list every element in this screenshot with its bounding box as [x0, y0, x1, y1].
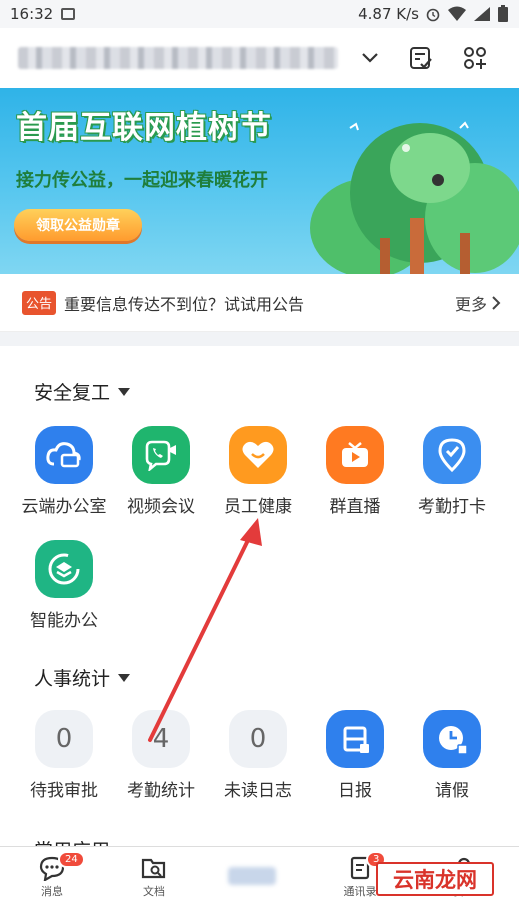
- stat-label: 考勤统计: [127, 781, 195, 801]
- app-label: 云端办公室: [21, 497, 107, 517]
- app-cloud-office[interactable]: 云端办公室: [14, 426, 114, 517]
- smart-office-icon: [35, 540, 93, 598]
- chevron-right-icon: [492, 295, 501, 310]
- stat-label: 未读日志: [224, 781, 292, 801]
- cloud-computer-icon: [35, 426, 93, 484]
- tab-label: 通讯录: [343, 885, 377, 898]
- section-title-hr-label: 人事统计: [34, 668, 111, 690]
- stat-unread-logs[interactable]: 0 未读日志: [208, 710, 308, 801]
- tab-docs[interactable]: 文档: [114, 855, 194, 899]
- section-title-hr[interactable]: 人事统计: [34, 664, 131, 691]
- banner-title: 首届互联网植树节: [16, 110, 272, 146]
- daily-report-icon: [326, 710, 384, 768]
- app-daily-report[interactable]: 日报: [305, 710, 405, 801]
- signal-icon: [474, 7, 490, 21]
- app-label: 视频会议: [127, 497, 195, 517]
- status-bar: 16:32 4.87 K/s: [0, 0, 519, 28]
- task-check-icon[interactable]: [408, 45, 434, 71]
- network-speed: 4.87 K/s: [358, 5, 419, 23]
- app-employee-health[interactable]: 员工健康: [208, 426, 308, 517]
- app-label: 群直播: [329, 497, 381, 517]
- app-smart-office[interactable]: 智能办公: [14, 540, 114, 631]
- app-group-live[interactable]: 群直播: [305, 426, 405, 517]
- notice-more-link[interactable]: 更多: [455, 291, 501, 315]
- location-check-icon: [423, 426, 481, 484]
- stat-pending-approval[interactable]: 0 待我审批: [14, 710, 114, 801]
- tab-messages-badge: 24: [58, 851, 85, 868]
- heart-smile-icon: [229, 426, 287, 484]
- video-call-icon: [132, 426, 190, 484]
- stat-attendance[interactable]: 4 考勤统计: [111, 710, 211, 801]
- stat-value: 0: [229, 710, 287, 768]
- folder-search-icon: [141, 858, 166, 879]
- app-label: 员工健康: [224, 497, 292, 517]
- section-divider: [0, 332, 519, 346]
- alarm-icon: [426, 8, 440, 22]
- app-label: 智能办公: [30, 611, 98, 631]
- caret-down-icon: [118, 673, 131, 682]
- status-time: 16:32: [10, 5, 54, 23]
- stat-value: 4: [132, 710, 190, 768]
- notice-more-label: 更多: [454, 294, 487, 314]
- wifi-icon: [448, 6, 466, 21]
- tab-workbench-blurred[interactable]: [228, 867, 276, 885]
- notice-bar[interactable]: 公告 重要信息传达不到位？试试用公告 更多: [0, 274, 519, 332]
- grid-add-icon[interactable]: [462, 45, 488, 71]
- app-label: 请假: [435, 781, 469, 801]
- leave-clock-icon: [423, 710, 481, 768]
- app-label: 考勤打卡: [418, 497, 486, 517]
- tv-play-icon: [326, 426, 384, 484]
- tab-label: 文档: [143, 885, 165, 898]
- banner-subtitle: 接力传公益，一起迎来春暖花开: [16, 170, 268, 191]
- section-title-safety[interactable]: 安全复工: [34, 378, 131, 405]
- chevron-down-icon[interactable]: [360, 51, 380, 65]
- top-header: [0, 28, 519, 88]
- image-notification-icon: [61, 8, 76, 20]
- stat-value: 0: [35, 710, 93, 768]
- tree-illustration: [310, 121, 519, 274]
- notice-text[interactable]: 重要信息传达不到位？试试用公告: [64, 291, 304, 315]
- org-name-blurred[interactable]: [18, 47, 338, 69]
- app-video-meeting[interactable]: 视频会议: [111, 426, 211, 517]
- caret-down-icon: [118, 387, 131, 396]
- notice-badge: 公告: [22, 290, 56, 315]
- status-right: 4.87 K/s: [358, 5, 509, 23]
- tab-messages[interactable]: 24 消息: [12, 851, 92, 899]
- tab-label: 消息: [41, 885, 63, 898]
- battery-icon: [498, 5, 508, 22]
- claim-medal-button[interactable]: 领取公益勋章: [14, 209, 142, 241]
- app-attendance-checkin[interactable]: 考勤打卡: [402, 426, 502, 517]
- stat-label: 待我审批: [30, 781, 98, 801]
- app-leave-request[interactable]: 请假: [402, 710, 502, 801]
- section-title-safety-label: 安全复工: [34, 382, 111, 404]
- promo-banner[interactable]: 首届互联网植树节 接力传公益，一起迎来春暖花开 领取公益勋章: [0, 88, 519, 274]
- watermark: 云南龙网: [376, 862, 494, 896]
- app-label: 日报: [338, 781, 372, 801]
